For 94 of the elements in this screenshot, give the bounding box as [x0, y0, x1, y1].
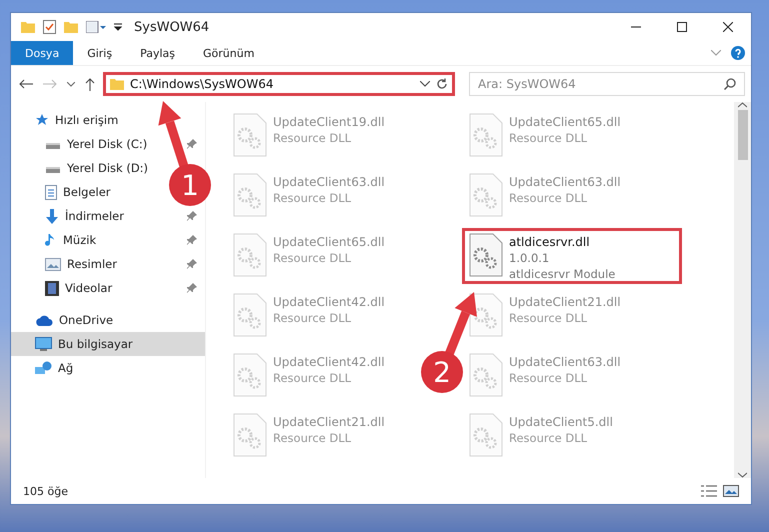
file-detail: Resource DLL — [273, 371, 352, 385]
search-field[interactable]: Ara: SysWOW64 — [469, 72, 745, 96]
gears-file-icon — [469, 173, 503, 217]
file-detail: atldicesrvr Module — [509, 267, 616, 281]
file-name: UpdateClient63.dll — [509, 175, 621, 189]
gears-file-icon — [233, 293, 267, 337]
scroll-down-icon[interactable] — [738, 472, 747, 478]
properties-icon[interactable] — [86, 21, 106, 33]
film-icon — [45, 280, 59, 296]
file-detail: Resource DLL — [273, 311, 352, 325]
file-name: UpdateClient42.dll — [273, 355, 385, 369]
address-path: C:\Windows\SysWOW64 — [130, 77, 274, 91]
sidebar-item[interactable]: OneDrive — [59, 313, 114, 327]
window-title: SysWOW64 — [134, 20, 210, 34]
checklist-icon[interactable] — [43, 20, 56, 34]
sidebar-item[interactable]: Müzik — [63, 233, 96, 247]
file-name: UpdateClient42.dll — [273, 295, 385, 309]
ribbon-tab[interactable]: Dosya — [11, 41, 74, 65]
file-detail: Resource DLL — [509, 131, 588, 145]
pin-icon[interactable] — [187, 235, 197, 245]
document-icon — [45, 184, 57, 200]
gears-file-icon — [469, 413, 503, 457]
picture-icon — [45, 258, 61, 270]
file-name: UpdateClient19.dll — [273, 115, 385, 129]
gears-file-icon — [469, 233, 503, 277]
maximize-icon — [677, 22, 687, 32]
gears-file-icon — [469, 293, 503, 337]
file-detail: Resource DLL — [273, 251, 352, 265]
sidebar-item[interactable]: Yerel Disk (C:) — [67, 137, 148, 151]
sidebar-item[interactable]: Resimler — [67, 257, 117, 271]
network-icon — [35, 360, 52, 376]
file-detail: Resource DLL — [509, 431, 588, 445]
file-detail: Resource DLL — [509, 371, 588, 385]
scroll-thumb[interactable] — [738, 110, 748, 160]
step-number-badge: 1 — [169, 164, 211, 206]
file-name: atldicesrvr.dll — [509, 235, 591, 249]
refresh-icon[interactable] — [436, 78, 448, 90]
file-item[interactable]: atldicesrvr.dll 1.0.0.1 atldicesrvr Module — [462, 228, 682, 284]
details-view-icon[interactable] — [701, 485, 717, 497]
sidebar-item[interactable]: Yerel Disk (D:) — [67, 161, 148, 175]
file-name: UpdateClient21.dll — [509, 295, 621, 309]
dropdown-icon[interactable] — [114, 23, 122, 31]
help-icon[interactable] — [731, 46, 745, 60]
file-detail: 1.0.0.1 — [509, 251, 550, 265]
step-number-badge: 2 — [421, 351, 463, 393]
file-detail: Resource DLL — [273, 191, 352, 205]
ribbon-tab[interactable]: Görünüm — [189, 41, 268, 65]
pin-icon[interactable] — [187, 259, 197, 269]
file-detail: Resource DLL — [273, 431, 352, 445]
file-detail: Resource DLL — [509, 311, 588, 325]
folder-icon — [21, 21, 35, 33]
file-name: UpdateClient65.dll — [509, 115, 621, 129]
chevron-down-icon[interactable] — [420, 81, 430, 87]
file-name: UpdateClient21.dll — [273, 415, 385, 429]
ribbon-tab[interactable]: Paylaş — [126, 41, 189, 65]
file-name: UpdateClient65.dll — [273, 235, 385, 249]
search-icon — [724, 78, 736, 90]
download-arrow-icon — [45, 208, 59, 224]
up-button[interactable] — [83, 76, 97, 92]
cloud-icon — [35, 314, 53, 326]
sidebar-item[interactable]: Ağ — [58, 361, 74, 375]
file-name: UpdateClient63.dll — [509, 355, 621, 369]
pin-icon[interactable] — [187, 283, 197, 293]
folder-icon — [110, 78, 124, 90]
back-button[interactable] — [17, 77, 35, 91]
sidebar-item[interactable]: İndirmeler — [65, 209, 124, 223]
sidebar-item[interactable]: Hızlı erişim — [55, 113, 118, 127]
gears-file-icon — [469, 353, 503, 397]
gears-file-icon — [469, 113, 503, 157]
star-icon — [35, 113, 49, 127]
computer-icon — [35, 336, 52, 352]
file-name: UpdateClient5.dll — [509, 415, 613, 429]
sidebar-item[interactable]: Belgeler — [63, 185, 111, 199]
file-detail: Resource DLL — [273, 131, 352, 145]
pin-icon[interactable] — [187, 139, 197, 149]
ribbon-tab[interactable]: Giriş — [73, 41, 126, 65]
gears-file-icon — [233, 353, 267, 397]
gears-file-icon — [233, 173, 267, 217]
sidebar-item[interactable]: Videolar — [65, 281, 112, 295]
file-name: UpdateClient63.dll — [273, 175, 385, 189]
sidebar-item[interactable]: Bu bilgisayar — [11, 332, 205, 356]
gears-file-icon — [233, 233, 267, 277]
music-note-icon — [45, 232, 57, 248]
tiles-view-icon[interactable] — [723, 485, 739, 497]
file-detail: Resource DLL — [509, 191, 588, 205]
address-bar[interactable]: C:\Windows\SysWOW64 — [103, 72, 455, 96]
scrollbar[interactable] — [734, 102, 751, 478]
scroll-up-icon[interactable] — [738, 102, 747, 108]
pin-icon[interactable] — [187, 211, 197, 221]
item-count: 105 öğe — [23, 484, 68, 498]
gears-file-icon — [233, 413, 267, 457]
gears-file-icon — [233, 113, 267, 157]
recent-dropdown-button[interactable] — [65, 80, 77, 88]
close-icon — [723, 22, 733, 32]
